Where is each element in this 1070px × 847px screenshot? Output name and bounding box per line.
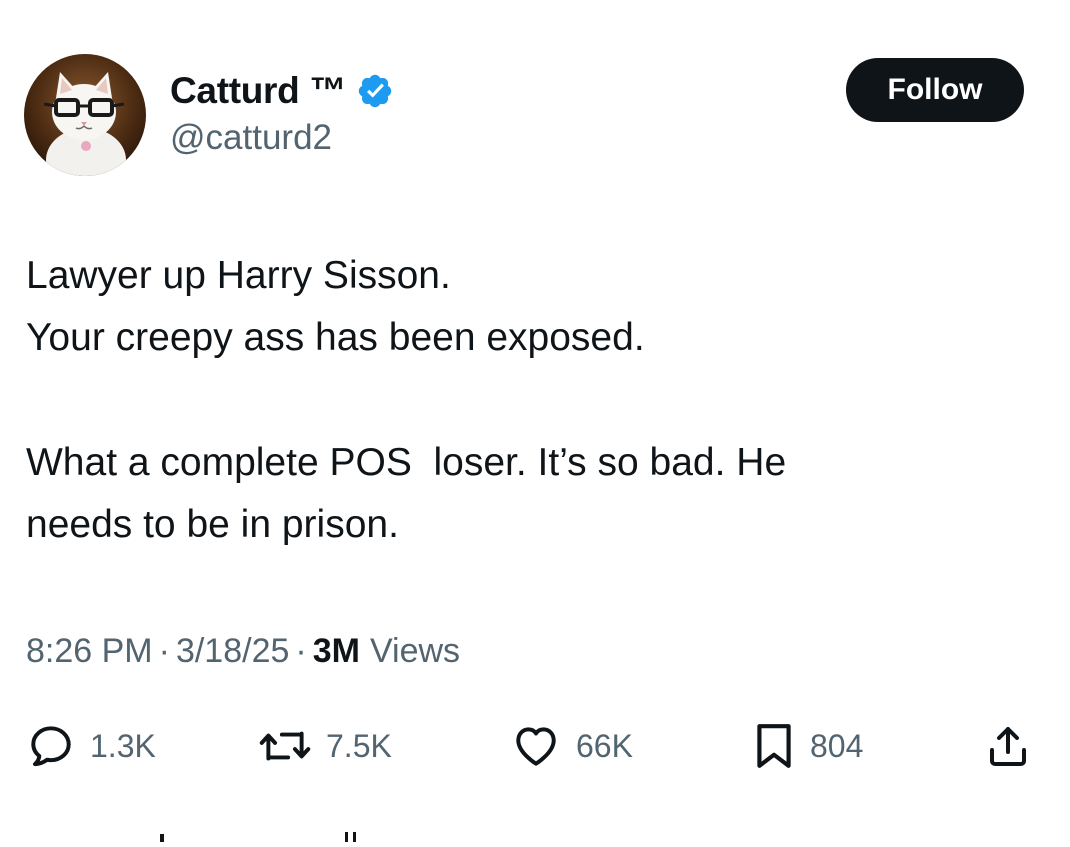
tweet-line: needs to be in prison. [26,503,399,546]
reply-count: 1.3K [90,727,156,764]
display-name[interactable]: Catturd ™ [170,70,346,112]
tweet-text: Lawyer up Harry Sisson. Your creepy ass … [26,245,1036,556]
cut-off-content [0,826,1070,842]
cat-with-glasses-avatar [24,54,146,176]
tweet-line: Your creepy ass has been exposed. [26,316,645,359]
reply-icon [26,721,76,771]
bookmark-button[interactable]: 804 [752,718,863,774]
like-count: 66K [576,727,633,764]
like-button[interactable]: 66K [510,718,633,774]
share-icon [984,721,1032,771]
meta-separator: · [295,632,307,670]
tweet-time[interactable]: 8:26 PM [26,632,153,671]
repost-button[interactable]: 7.5K [258,718,392,774]
bookmark-count: 804 [810,727,864,764]
user-handle[interactable]: @catturd2 [170,118,332,158]
follow-button[interactable]: Follow [846,58,1024,122]
author-name-row: Catturd ™ [170,66,394,116]
meta-separator: · [158,632,170,670]
tweet-line: Lawyer up Harry Sisson. [26,254,451,297]
tweet-line: What a complete POS loser. It’s so bad. … [26,441,787,484]
bookmark-icon [752,721,796,771]
tweet-metadata: 8:26 PM · 3/18/25 · 3M Views [26,632,460,671]
views-count[interactable]: 3M [313,632,360,671]
like-icon [510,721,562,771]
avatar[interactable] [24,54,146,176]
verified-badge-icon[interactable] [354,72,394,110]
repost-icon [258,721,312,771]
share-button[interactable] [984,718,1032,774]
tweet-date[interactable]: 3/18/25 [176,632,289,671]
repost-count: 7.5K [326,727,392,764]
views-label[interactable]: Views [370,632,460,671]
reply-button[interactable]: 1.3K [26,718,156,774]
tweet-actions-bar: 1.3K 7.5K 66K 804 [0,718,1070,774]
